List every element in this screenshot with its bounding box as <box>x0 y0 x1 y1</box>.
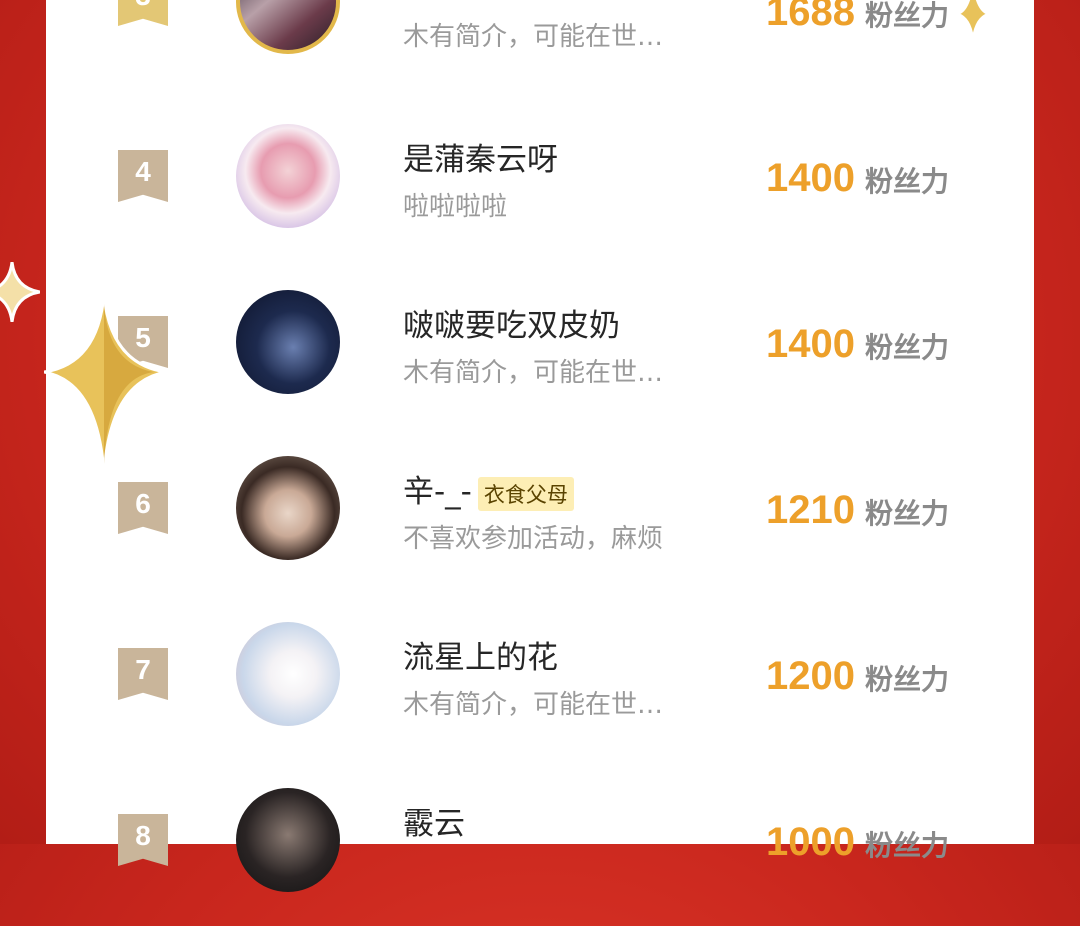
sparkle-icon <box>44 294 166 474</box>
user-name[interactable]: 霰云 <box>403 798 465 843</box>
user-name[interactable]: 辛-_- 衣食父母 <box>403 466 574 511</box>
avatar[interactable] <box>236 0 340 54</box>
user-bio: 木有简介，可能在世… <box>403 22 664 52</box>
rank-badge: 4 <box>118 150 168 202</box>
fan-score: 1688 粉丝力 <box>766 0 949 34</box>
user-name[interactable]: 啵啵要吃双皮奶 <box>403 300 620 345</box>
user-bio: 啦啦啦啦 <box>403 192 508 222</box>
user-name[interactable]: 是蒲秦云呀 <box>403 134 558 179</box>
avatar[interactable] <box>236 788 340 892</box>
rank-badge: 8 <box>118 814 168 866</box>
avatar[interactable] <box>236 622 340 726</box>
avatar[interactable] <box>236 124 340 228</box>
avatar[interactable] <box>236 290 340 394</box>
list-item[interactable]: 6 辛-_- 衣食父母 不喜欢参加活动，麻烦 1210 粉丝力 <box>46 428 1034 594</box>
user-bio: 木有简介，可能在世… <box>403 358 664 388</box>
sparkle-icon <box>958 0 988 39</box>
sparkle-icon <box>0 262 40 322</box>
user-bio: 木有简介，可能在世… <box>403 690 664 720</box>
user-bio: 不喜欢参加活动，麻烦 <box>403 524 664 554</box>
fan-score: 1000 粉丝力 <box>766 820 949 864</box>
rank-badge: 7 <box>118 648 168 700</box>
list-item[interactable]: 5 啵啵要吃双皮奶 木有简介，可能在世… 1400 粉丝力 <box>46 262 1034 428</box>
rank-badge: 6 <box>118 482 168 534</box>
rank-badge: 3 <box>118 0 168 26</box>
list-item[interactable]: 7 流星上的花 木有简介，可能在世… 1200 粉丝力 <box>46 594 1034 760</box>
avatar[interactable] <box>236 456 340 560</box>
list-item[interactable]: 8 霰云 1000 粉丝力 <box>46 760 1034 926</box>
fan-score: 1400 粉丝力 <box>766 322 949 366</box>
fan-title-badge: 衣食父母 <box>477 476 574 511</box>
fan-score: 1400 粉丝力 <box>766 156 949 200</box>
list-item[interactable]: 3 木有简介，可能在世… 1688粉丝力 <box>46 0 1034 54</box>
fan-score: 1210 粉丝力 <box>766 488 949 532</box>
user-name[interactable]: 流星上的花 <box>403 632 558 677</box>
fan-ranking-list: 3 木有简介，可能在世… 1688粉丝力 4 是蒲秦云呀 啦啦啦啦 1400粉丝… <box>46 0 1034 892</box>
list-item[interactable]: 4 是蒲秦云呀 啦啦啦啦 1400 粉丝力 <box>46 96 1034 262</box>
fan-score: 1200 粉丝力 <box>766 654 949 698</box>
